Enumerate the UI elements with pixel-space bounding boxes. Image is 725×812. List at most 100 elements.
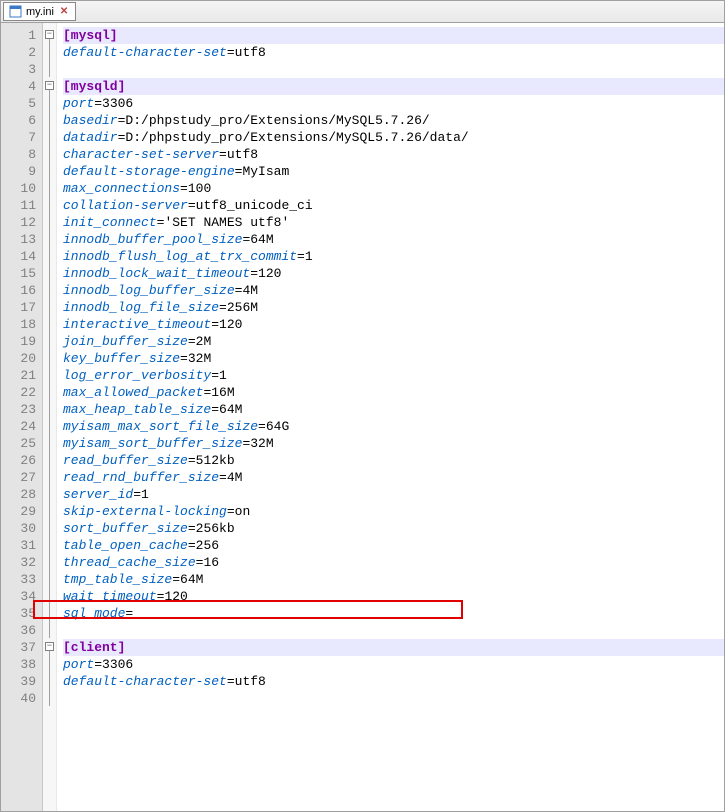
code-line[interactable]: character-set-server=utf8 (63, 146, 724, 163)
equals-operator: = (157, 214, 165, 231)
line-number: 12 (11, 214, 36, 231)
ini-key: max_connections (63, 180, 180, 197)
code-line[interactable]: default-character-set=utf8 (63, 673, 724, 690)
ini-key: sql_mode (63, 605, 125, 622)
line-number: 19 (11, 333, 36, 350)
code-line[interactable]: skip-external-locking=on (63, 503, 724, 520)
code-line[interactable]: innodb_log_file_size=256M (63, 299, 724, 316)
fold-toggle[interactable]: − (45, 642, 54, 651)
line-number: 22 (11, 384, 36, 401)
ini-key: port (63, 656, 94, 673)
code-line[interactable]: wait_timeout=120 (63, 588, 724, 605)
code-line[interactable]: thread_cache_size=16 (63, 554, 724, 571)
code-line[interactable]: innodb_buffer_pool_size=64M (63, 231, 724, 248)
ini-key: port (63, 95, 94, 112)
code-line[interactable]: collation-server=utf8_unicode_ci (63, 197, 724, 214)
ini-value: 64G (266, 418, 289, 435)
ini-key: log_error_verbosity (63, 367, 211, 384)
equals-operator: = (188, 537, 196, 554)
code-line[interactable]: max_heap_table_size=64M (63, 401, 724, 418)
equals-operator: = (235, 163, 243, 180)
line-number: 36 (11, 622, 36, 639)
equals-operator: = (118, 129, 126, 146)
file-tab[interactable]: my.ini ✕ (3, 2, 76, 21)
line-number: 5 (11, 95, 36, 112)
ini-value: D:/phpstudy_pro/Extensions/MySQL5.7.26/ (125, 112, 429, 129)
code-line[interactable]: myisam_max_sort_file_size=64G (63, 418, 724, 435)
code-line[interactable]: innodb_flush_log_at_trx_commit=1 (63, 248, 724, 265)
equals-operator: = (118, 112, 126, 129)
ini-key: character-set-server (63, 146, 219, 163)
code-line[interactable]: interactive_timeout=120 (63, 316, 724, 333)
line-number: 40 (11, 690, 36, 707)
equals-operator: = (242, 231, 250, 248)
ini-key: collation-server (63, 197, 188, 214)
line-number: 20 (11, 350, 36, 367)
ini-value: 32M (188, 350, 211, 367)
close-icon[interactable]: ✕ (58, 6, 70, 17)
ini-value: 4M (242, 282, 258, 299)
ini-value: 2M (196, 333, 212, 350)
code-line[interactable]: default-character-set=utf8 (63, 44, 724, 61)
code-line[interactable]: table_open_cache=256 (63, 537, 724, 554)
code-line[interactable]: basedir=D:/phpstudy_pro/Extensions/MySQL… (63, 112, 724, 129)
code-line[interactable]: sort_buffer_size=256kb (63, 520, 724, 537)
line-number: 9 (11, 163, 36, 180)
line-number: 1 (11, 27, 36, 44)
code-line[interactable]: datadir=D:/phpstudy_pro/Extensions/MySQL… (63, 129, 724, 146)
code-line[interactable]: [mysql] (63, 27, 724, 44)
code-line[interactable]: log_error_verbosity=1 (63, 367, 724, 384)
ini-value: on (235, 503, 251, 520)
ini-value: 120 (164, 588, 187, 605)
code-line[interactable]: max_allowed_packet=16M (63, 384, 724, 401)
equals-operator: = (242, 435, 250, 452)
code-line[interactable]: join_buffer_size=2M (63, 333, 724, 350)
code-line[interactable]: port=3306 (63, 95, 724, 112)
code-line[interactable]: innodb_lock_wait_timeout=120 (63, 265, 724, 282)
ini-value: 32M (250, 435, 273, 452)
ini-key: sort_buffer_size (63, 520, 188, 537)
ini-value: 100 (188, 180, 211, 197)
code-line[interactable]: port=3306 (63, 656, 724, 673)
ini-value: 512kb (196, 452, 235, 469)
equals-operator: = (219, 299, 227, 316)
ini-key: innodb_flush_log_at_trx_commit (63, 248, 297, 265)
ini-key: max_heap_table_size (63, 401, 211, 418)
ini-value: utf8 (227, 146, 258, 163)
fold-toggle[interactable]: − (45, 81, 54, 90)
code-line[interactable]: myisam_sort_buffer_size=32M (63, 435, 724, 452)
ini-value: 1 (305, 248, 313, 265)
code-line[interactable]: max_connections=100 (63, 180, 724, 197)
code-line[interactable] (63, 690, 724, 707)
code-line[interactable]: read_buffer_size=512kb (63, 452, 724, 469)
code-line[interactable]: sql_mode= (63, 605, 724, 622)
code-line[interactable]: default-storage-engine=MyIsam (63, 163, 724, 180)
ini-key: myisam_max_sort_file_size (63, 418, 258, 435)
line-number: 11 (11, 197, 36, 214)
line-number: 35 (11, 605, 36, 622)
code-line[interactable]: [client] (63, 639, 724, 656)
code-line[interactable]: innodb_log_buffer_size=4M (63, 282, 724, 299)
ini-key: init_connect (63, 214, 157, 231)
code-line[interactable]: read_rnd_buffer_size=4M (63, 469, 724, 486)
editor-window: my.ini ✕ 1234567891011121314151617181920… (0, 0, 725, 812)
code-area[interactable]: 1234567891011121314151617181920212223242… (1, 23, 724, 811)
code-line[interactable] (63, 61, 724, 78)
ini-key: max_allowed_packet (63, 384, 203, 401)
ini-key: join_buffer_size (63, 333, 188, 350)
code-line[interactable] (63, 622, 724, 639)
code-line[interactable]: init_connect='SET NAMES utf8' (63, 214, 724, 231)
code-line[interactable]: server_id=1 (63, 486, 724, 503)
code-line[interactable]: [mysqld] (63, 78, 724, 95)
equals-operator: = (227, 673, 235, 690)
line-number: 38 (11, 656, 36, 673)
line-number: 28 (11, 486, 36, 503)
line-number: 8 (11, 146, 36, 163)
fold-toggle[interactable]: − (45, 30, 54, 39)
code-line[interactable]: tmp_table_size=64M (63, 571, 724, 588)
code-content[interactable]: [mysql]default-character-set=utf8[mysqld… (57, 23, 724, 811)
line-number: 32 (11, 554, 36, 571)
ini-key: basedir (63, 112, 118, 129)
code-line[interactable]: key_buffer_size=32M (63, 350, 724, 367)
ini-value: 1 (219, 367, 227, 384)
